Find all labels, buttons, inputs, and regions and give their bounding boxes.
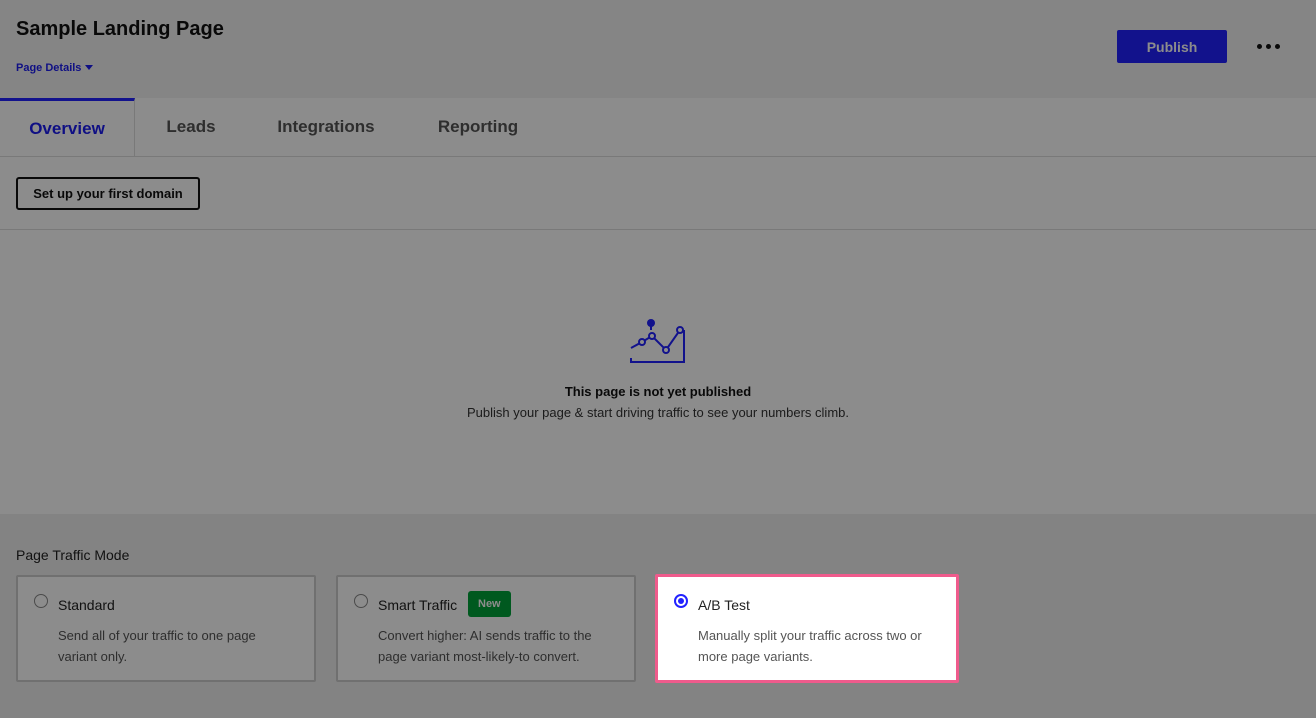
chart-line-icon: [630, 319, 685, 363]
traffic-mode-title: Page Traffic Mode: [16, 547, 130, 563]
radio-button[interactable]: [354, 594, 368, 608]
caret-down-icon: [85, 64, 94, 70]
tab-reporting[interactable]: Reporting: [405, 98, 551, 156]
option-description: Send all of your traffic to one page var…: [58, 628, 256, 664]
new-badge: New: [468, 591, 511, 617]
option-label: Standard: [58, 597, 115, 613]
empty-state-headline: This page is not yet published: [564, 384, 752, 399]
option-description: Convert higher: AI sends traffic to the …: [378, 628, 592, 664]
traffic-option-ab-test[interactable]: A/B Test Manually split your traffic acr…: [655, 574, 959, 683]
option-description: Manually split your traffic across two o…: [698, 628, 922, 664]
option-label: Smart Traffic: [378, 597, 458, 613]
setup-domain-button[interactable]: Set up your first domain: [16, 177, 200, 210]
page-header: Sample Landing Page Page Details Publish: [0, 0, 1316, 98]
radio-button-selected[interactable]: [674, 594, 688, 608]
dot-icon: [1265, 43, 1271, 49]
tab-leads[interactable]: Leads: [135, 98, 247, 156]
radio-button[interactable]: [34, 594, 48, 608]
traffic-option-standard[interactable]: Standard Send all of your traffic to one…: [16, 575, 316, 682]
dot-icon: [1274, 43, 1280, 49]
publish-button[interactable]: Publish: [1117, 30, 1227, 63]
tab-bar: Overview Leads Integrations Reporting: [0, 98, 1316, 157]
tab-integrations[interactable]: Integrations: [247, 98, 405, 156]
dot-icon: [1256, 43, 1262, 49]
page-details-dropdown[interactable]: Page Details: [16, 62, 94, 74]
domain-row: Set up your first domain: [0, 157, 1316, 230]
empty-state-subtext: Publish your page & start driving traffi…: [467, 405, 849, 420]
more-options-icon[interactable]: [1252, 36, 1284, 56]
page-details-label: Page Details: [16, 62, 82, 74]
tab-overview[interactable]: Overview: [0, 98, 135, 156]
empty-state: This page is not yet published Publish y…: [0, 230, 1316, 514]
traffic-option-smart-traffic[interactable]: Smart Traffic New Convert higher: AI sen…: [336, 575, 636, 682]
page-title: Sample Landing Page: [16, 18, 224, 40]
option-label: A/B Test: [698, 597, 750, 613]
